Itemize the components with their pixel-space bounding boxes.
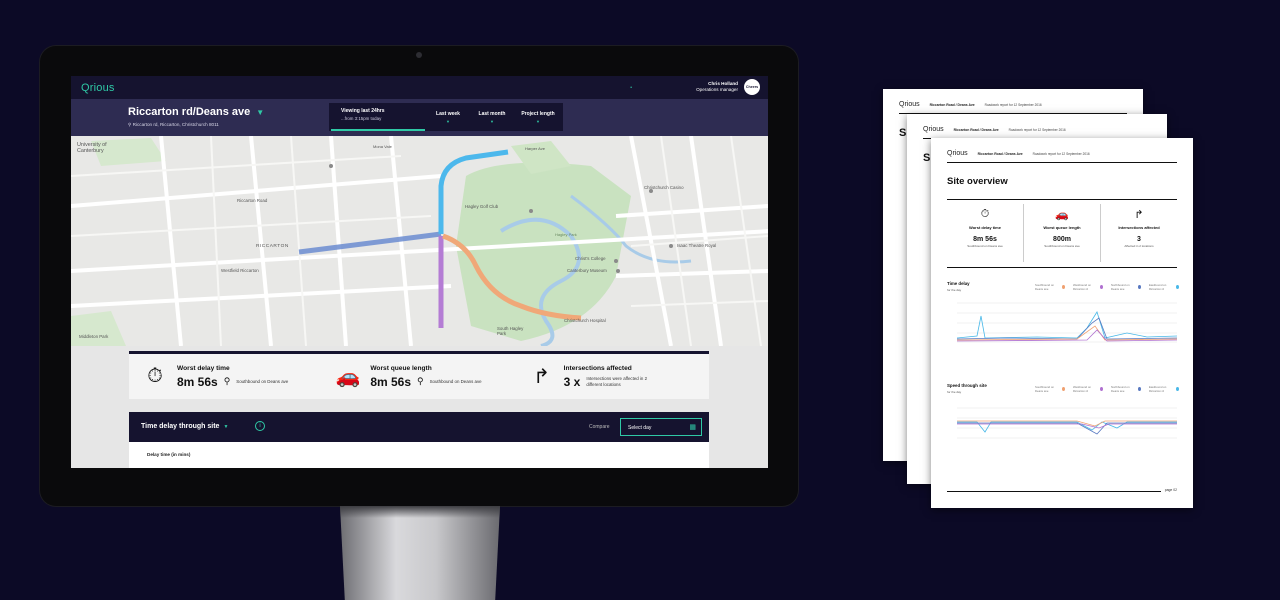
map-graphic [71,136,768,346]
select-day-input[interactable]: Select day ▦ [620,418,702,436]
location-selector[interactable]: Riccarton rd/Deans ave ▼ [128,106,264,118]
map-label: Mona Vale [373,144,392,149]
delay-axis-label: Delay time (in mins) [147,452,191,457]
stat-worst-delay: ⏱ Worst delay time 8m 56s ⚲ Southbound o… [129,354,322,399]
imac-stand [340,506,500,600]
report-title: Site overview [947,176,1008,187]
report-legend: Southbound on Deans ave Westbound on Ric… [1035,283,1179,291]
stat-intersections: ↱ Intersections affected 3 x Intersectio… [516,354,709,399]
tab-last-24hrs[interactable]: Viewing last 24hrs ...from 3:15pm today [329,103,427,131]
location-address: ⚲ Riccarton rd, Riccarton, Christchurch … [128,122,219,127]
user-role: Operations manager [696,87,738,92]
calendar-icon: ▦ [689,424,696,431]
traffic-map[interactable]: University of Canterbury Riccarton Road … [71,136,768,346]
report-delay-chart [956,302,1177,343]
map-label: Hagley Park [555,232,577,237]
map-label: RICCARTON [256,244,289,249]
map-label: Canterbury Museum [567,268,607,273]
report-date: Roadwork report for 12 September 2016 [1032,152,1090,156]
pin-icon: ⚲ [417,376,424,386]
chevron-down-icon: ▼ [536,119,540,124]
stopwatch-icon: ⏱ [147,365,163,387]
report-speed-title: Speed through site [947,383,987,388]
report-road: Riccarton Road / Deans Ave [977,152,1023,156]
report-header: Qrious Riccarton Road / Deans Ave Roadwo… [947,150,1090,157]
map-label: Christchurch Casino [644,185,684,190]
map-label: Isaac Theatre Royal [677,243,717,248]
avatar[interactable]: Cheers [744,79,760,95]
fork-arrow-icon: ↱ [533,366,551,388]
report-speed-chart [957,407,1177,439]
report-page-number: page 02 [1160,488,1177,492]
apple-logo-icon [410,480,428,496]
map-label: University of Canterbury [77,142,107,154]
info-icon[interactable]: i [255,421,265,431]
stat-worst-queue: 🚗 Worst queue length 8m 56s ⚲ Southbound… [335,364,482,389]
report-delay-sub: for the day [947,288,962,292]
map-label: Riccarton Road [237,198,268,203]
report-delay-title: Time delay [947,281,970,286]
map-label: Westfield Riccarton [221,268,259,273]
fork-arrow-icon: ↱ [1134,209,1144,221]
chevron-down-icon: ▼ [490,119,494,124]
tab-last-week[interactable]: Last week ▼ [427,103,469,131]
map-label: Hagley Golf Club [465,204,499,209]
app-screen: Qrious • Chris Holland Operations manage… [71,76,768,468]
app-logo[interactable]: Qrious [81,82,115,94]
period-tabs: Viewing last 24hrs ...from 3:15pm today … [329,103,563,131]
time-delay-panel: Time delay through site ▼ i Compare Selec… [129,412,709,468]
stats-card: ⏱ Worst delay time 8m 56s ⚲ Southbound o… [129,351,709,399]
cars-icon: 🚗 [1055,209,1069,221]
camera-dot [416,52,422,58]
location-title: Riccarton rd/Deans ave [128,106,251,118]
report-speed-sub: for the day [947,390,962,394]
report-legend-speed: Southbound on Deans ave Westbound on Ric… [1035,385,1179,393]
map-label: Harper Ave [525,146,545,151]
report-logo: Qrious [947,150,968,157]
map-label: Christchurch Hospital [564,318,606,323]
dashboard-area: ⏱ Worst delay time 8m 56s ⚲ Southbound o… [71,346,768,468]
pin-icon: ⚲ [128,122,132,127]
location-bar: Riccarton rd/Deans ave ▼ ⚲ Riccarton rd, … [71,99,768,136]
chevron-down-icon: ▼ [256,108,265,117]
report-overview-stats: ⏱ Worst delay time 8m 56s Southbound on … [947,204,1177,262]
tab-last-month[interactable]: Last month ▼ [469,103,515,131]
map-label: Middleton Park [79,334,109,339]
cars-icon: 🚗 [335,366,361,388]
stopwatch-icon: ⏱ [980,208,990,220]
map-label: Christ's College [575,256,606,261]
user-menu[interactable]: Chris Holland Operations manager Cheers [696,79,760,95]
report-page-front: Qrious Riccarton Road / Deans Ave Roadwo… [931,138,1193,508]
chevron-down-icon: ▼ [446,119,450,124]
pin-icon: ⚲ [223,376,231,386]
app-header: Qrious • Chris Holland Operations manage… [71,76,768,99]
imac-frame: Qrious • Chris Holland Operations manage… [40,46,798,506]
notification-icon[interactable]: • [630,85,632,91]
delay-metric-selector[interactable]: Time delay through site ▼ [141,423,228,430]
tab-project-length[interactable]: Project length ▼ [515,103,561,131]
chevron-down-icon: ▼ [223,424,229,430]
map-label: South Hagley Park [497,326,524,336]
compare-label: Compare [589,424,610,430]
